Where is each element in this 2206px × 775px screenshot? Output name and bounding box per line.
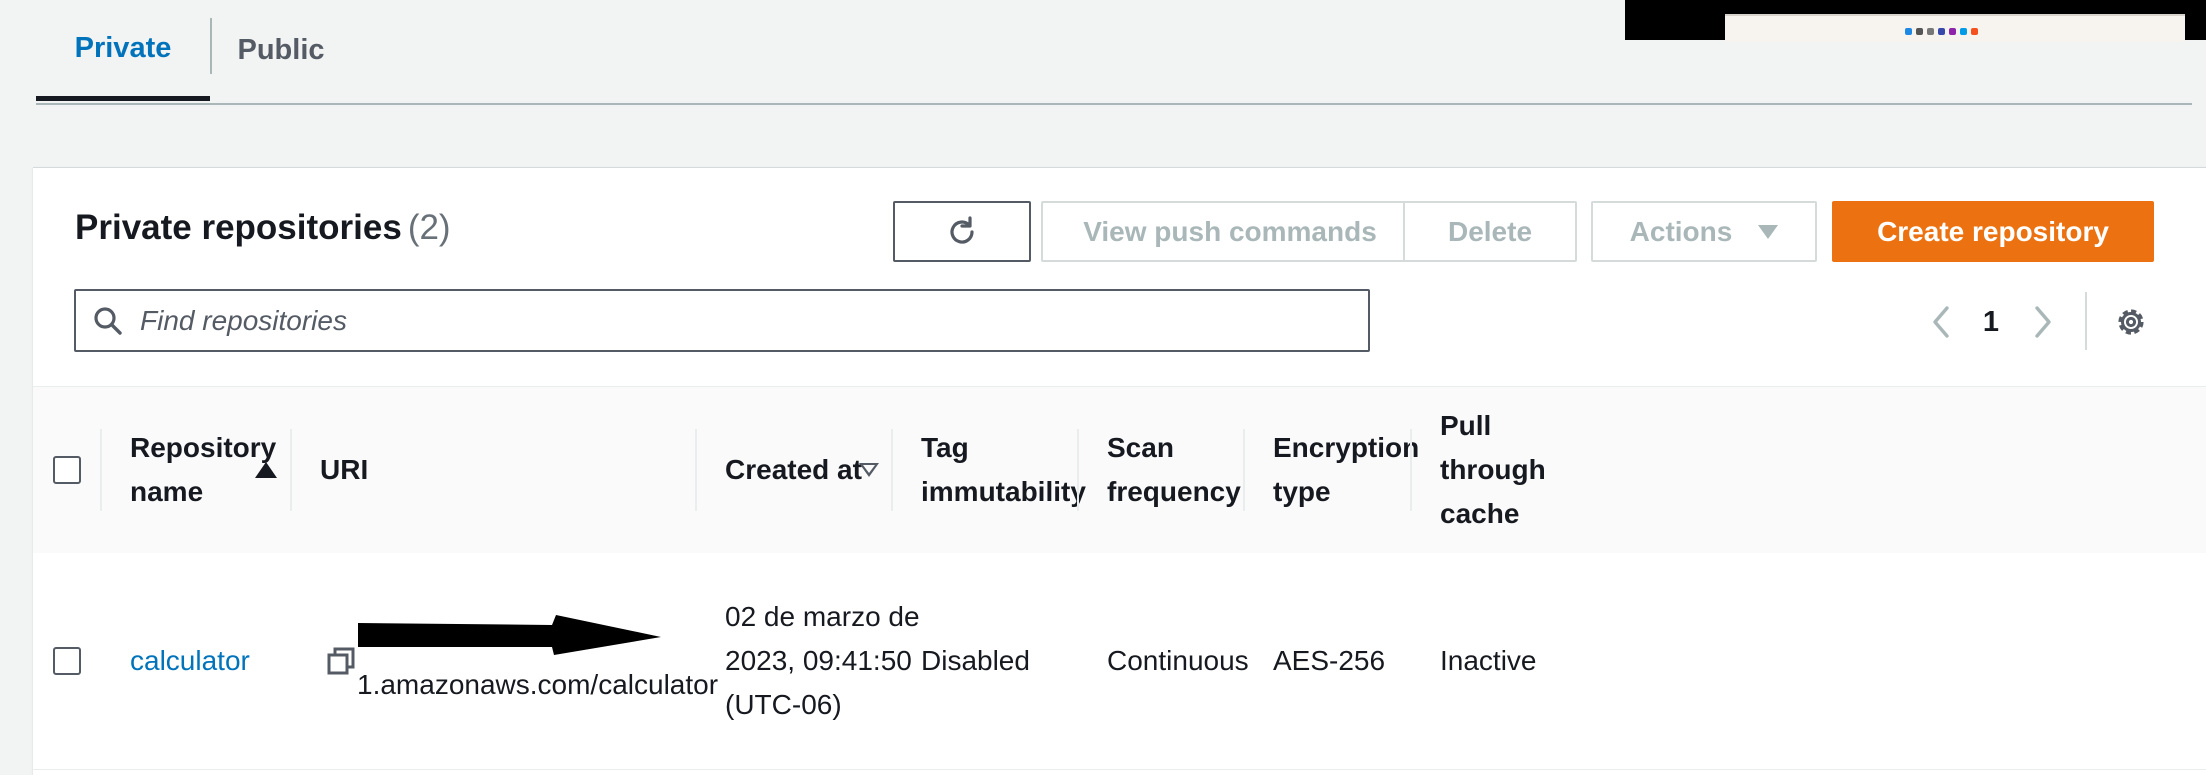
column-header-pull-through-cache[interactable]: Pull through cache [1440,387,1560,553]
tag-immutability-value: Disabled [921,645,1030,676]
refresh-button[interactable] [893,201,1031,262]
thumbnail-taskbar [1905,28,1978,35]
tab-private[interactable]: Private [36,0,210,101]
repositories-panel: Private repositories (2) View push comman… [33,167,2206,775]
search-input[interactable]: Find repositories [74,289,1370,352]
redaction-mark [358,615,661,655]
panel-title-text: Private repositories [75,208,402,247]
preferences-button[interactable] [2101,292,2161,352]
scan-frequency-value: Continuous [1107,645,1249,676]
uri-value: 1.amazonaws.com/calculator [357,669,719,700]
table-row: calculator 1.amazonaws.com/calculator 02… [33,553,2206,770]
sort-ascending-icon[interactable] [255,387,285,553]
column-header-created-at[interactable]: Created at [725,387,862,553]
repository-count: (2) [407,208,451,247]
thumbnail-desktop [1725,14,2185,42]
copy-icon [327,647,355,675]
screen-share-thumbnail [1625,0,2206,42]
column-header-encryption-type[interactable]: Encryption type [1273,387,1423,553]
chevron-right-icon [2035,306,2051,338]
actions-button[interactable]: Actions [1591,201,1817,262]
next-page-button[interactable] [2023,292,2063,352]
view-push-commands-button[interactable]: View push commands [1041,201,1419,262]
created-at-value: 02 de marzo de 2023, 09:41:50 (UTC-06) [725,601,920,720]
search-icon [94,307,122,335]
chevron-left-icon [1933,306,1949,338]
create-repository-button[interactable]: Create repository [1832,201,2154,262]
pager-divider [2085,292,2087,350]
column-header-tag-immutability[interactable]: Tag immutability [921,387,1091,553]
tab-public[interactable]: Public [212,0,350,101]
select-all-checkbox[interactable] [53,456,81,484]
caret-down-icon [1758,224,1779,239]
page-number[interactable]: 1 [1971,292,2011,352]
sort-descending-icon[interactable] [859,387,889,553]
actions-label: Actions [1629,215,1733,247]
refresh-icon [950,215,974,244]
pull-through-cache-value: Inactive [1440,645,1537,676]
encryption-type-value: AES-256 [1273,645,1386,676]
search-placeholder: Find repositories [140,305,347,336]
delete-button[interactable]: Delete [1403,201,1577,262]
panel-title: Private repositories (2) [75,208,451,248]
gear-icon [2118,309,2144,335]
column-header-scan-frequency[interactable]: Scan frequency [1107,387,1257,553]
row-checkbox[interactable] [53,647,81,675]
table-header: Repository name URI Created at Tag immut… [33,386,2206,554]
repository-name-link[interactable]: calculator [130,553,250,769]
column-header-uri[interactable]: URI [320,387,368,553]
previous-page-button[interactable] [1921,292,1961,352]
